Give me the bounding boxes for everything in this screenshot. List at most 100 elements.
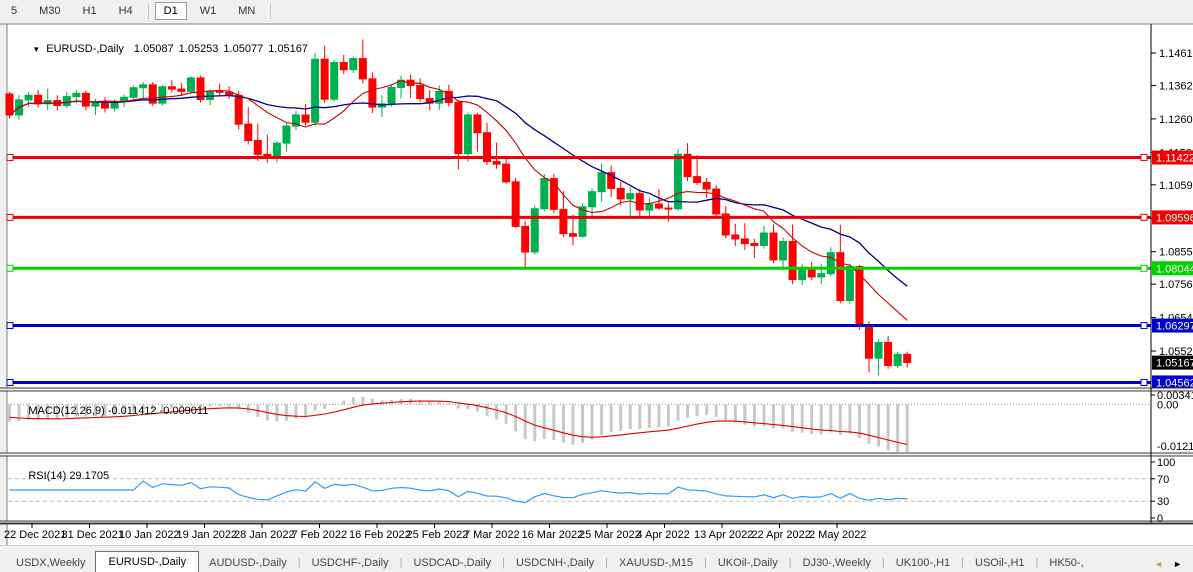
candle-body-down	[82, 93, 89, 106]
candle-body-up	[273, 143, 280, 158]
macd-histogram-bar	[887, 404, 890, 450]
macd-histogram-bar	[514, 404, 517, 431]
price-line-handle[interactable]	[1141, 155, 1147, 161]
candle-body-up	[541, 179, 548, 209]
timeframe-button-m30[interactable]: M30	[30, 2, 69, 20]
date-axis-label: 16 Feb 2022	[349, 529, 411, 541]
candle-body-down	[503, 164, 510, 182]
price-line-handle[interactable]	[1141, 214, 1147, 220]
date-axis-label: 10 Jan 2022	[119, 529, 180, 541]
macd-histogram-bar	[304, 404, 307, 417]
candle-body-down	[713, 189, 720, 214]
macd-histogram-bar	[848, 404, 851, 433]
price-line-axis-label-text: 1.08044	[1156, 263, 1193, 275]
quote-high: 1.05253	[179, 43, 219, 55]
price-line-axis-label-text: 1.09596	[1156, 212, 1193, 224]
chart-tab-usdx-weekly[interactable]: USDX,Weekly	[6, 554, 95, 572]
price-line-handle[interactable]	[7, 379, 13, 385]
candle-body-down	[474, 115, 481, 133]
price-line-handle[interactable]	[7, 214, 13, 220]
chart-tab-usdcad-daily[interactable]: USDCAD-,Daily	[403, 554, 501, 572]
date-axis-label: 13 Apr 2022	[694, 529, 753, 541]
macd-histogram-bar	[438, 402, 441, 405]
candle-body-down	[741, 239, 748, 244]
candle-body-down	[369, 79, 376, 107]
candle-body-up	[388, 87, 395, 103]
macd-histogram-bar	[562, 404, 565, 442]
chart-tab-eurusd-daily[interactable]: EURUSD-,Daily	[95, 551, 199, 572]
timeframe-button-mn[interactable]: MN	[229, 2, 264, 20]
macd-histogram-bar	[486, 404, 489, 416]
collapse-arrow-icon[interactable]: ▼	[32, 45, 40, 54]
candle-body-up	[350, 59, 357, 70]
candle-body-up	[73, 93, 80, 96]
timeframe-toolbar: 5M30 H1H4 D1W1MN	[0, 0, 1193, 22]
macd-name: MACD(12,26,9)	[28, 405, 104, 417]
candle-body-down	[522, 226, 529, 252]
candle-body-down	[866, 326, 873, 358]
chart-tab-hk50[interactable]: HK50-,	[1039, 554, 1093, 572]
candle-body-down	[359, 59, 366, 79]
macd-histogram-bar	[591, 404, 594, 439]
candle-body-down	[655, 204, 662, 208]
candle-body-down	[254, 141, 261, 155]
macd-histogram-bar	[877, 404, 880, 446]
price-tick-label: 1.14610	[1159, 48, 1193, 60]
macd-histogram-bar	[600, 404, 603, 434]
candle-body-down	[512, 182, 519, 227]
candle-body-down	[694, 177, 701, 183]
quote-close: 1.05167	[268, 43, 308, 55]
chart-tab-uk100-h1[interactable]: UK100-,H1	[886, 554, 960, 572]
candle-body-down	[856, 266, 863, 326]
price-line-handle[interactable]	[1141, 265, 1147, 271]
macd-histogram-bar	[552, 404, 555, 440]
timeframe-button-h1[interactable]: H1	[74, 2, 106, 20]
current-price-label-text: 1.05167	[1156, 358, 1193, 370]
chart-tab-dj30-weekly[interactable]: DJ30-,Weekly	[793, 554, 881, 572]
chart-tab-bar: USDX,WeeklyEURUSD-,DailyAUDUSD-,Daily|US…	[0, 545, 1193, 572]
price-line-handle[interactable]	[1141, 323, 1147, 329]
candle-body-up	[312, 59, 319, 122]
macd-histogram-bar	[285, 404, 288, 420]
candle-body-down	[235, 95, 242, 124]
macd-histogram-bar	[724, 404, 727, 419]
candle-body-up	[627, 194, 634, 199]
candle-body-up	[25, 95, 32, 100]
price-tick-label: 1.07560	[1159, 279, 1193, 291]
macd-histogram-bar	[610, 404, 613, 432]
chart-tab-xauusd-m15[interactable]: XAUUSD-,M15	[609, 554, 703, 572]
candle-body-up	[579, 207, 586, 237]
terminal-window: 5M30H1H4D1W1MN 1.146101.136201.126001.11…	[0, 0, 1193, 572]
timeframe-button-w1[interactable]: W1	[191, 2, 226, 20]
tab-scroll-left-icon[interactable]: ◄	[1149, 559, 1168, 569]
toolbar-separator	[148, 3, 149, 19]
candle-body-up	[827, 253, 834, 274]
timeframe-button-5[interactable]: 5	[2, 2, 26, 20]
price-line-handle[interactable]	[7, 265, 13, 271]
chart-tab-usdchf-daily[interactable]: USDCHF-,Daily	[302, 554, 399, 572]
chart-tab-usdcnh-daily[interactable]: USDCNH-,Daily	[506, 554, 604, 572]
macd-values: -0.011412 -0.009011	[108, 405, 209, 417]
timeframe-button-h4[interactable]: H4	[110, 2, 142, 20]
price-line-handle[interactable]	[7, 155, 13, 161]
macd-histogram-bar	[333, 404, 336, 405]
timeframe-button-d1[interactable]: D1	[155, 2, 187, 20]
candle-body-up	[464, 115, 471, 154]
chart-tab-ukoil-daily[interactable]: UKOil-,Daily	[708, 554, 788, 572]
chart-tab-usoil-h1[interactable]: USOil-,H1	[965, 554, 1035, 572]
price-line-handle[interactable]	[1141, 379, 1147, 385]
candle-body-down	[321, 59, 328, 99]
tab-scroll-right-icon[interactable]: ►	[1168, 559, 1187, 569]
chart-tab-audusd-daily[interactable]: AUDUSD-,Daily	[199, 554, 297, 572]
candle-body-up	[589, 192, 596, 207]
candle-body-up	[780, 242, 787, 260]
macd-histogram-bar	[428, 402, 431, 405]
candle-body-up	[675, 154, 682, 208]
macd-histogram-bar	[677, 404, 680, 420]
candle-body-down	[770, 233, 777, 260]
rsi-axis-label: 30	[1157, 496, 1169, 508]
rsi-name: RSI(14)	[28, 470, 66, 482]
candle-body-down	[703, 183, 710, 190]
price-line-handle[interactable]	[7, 323, 13, 329]
candle-body-down	[885, 343, 892, 366]
